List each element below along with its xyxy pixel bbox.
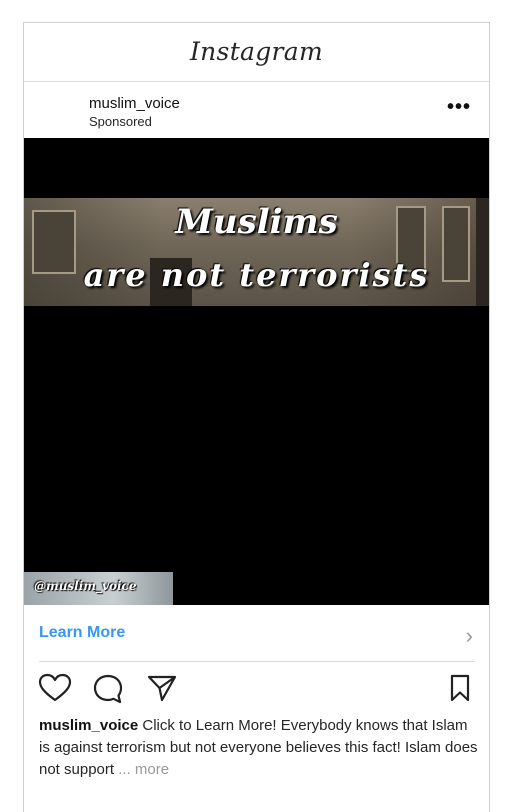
caption-more-link[interactable]: more [131, 761, 169, 778]
media-banner: Muslims are not terrorists [24, 198, 489, 306]
post-frame: Instagram muslim_voice Sponsored ••• Mus… [23, 22, 490, 812]
learn-more-link[interactable]: Learn More [39, 624, 125, 642]
learn-more-bar[interactable]: Learn More › [24, 605, 489, 661]
post-caption: muslim_voice Click to Learn More! Everyb… [39, 715, 479, 781]
post-username[interactable]: muslim_voice [89, 95, 180, 112]
post-media[interactable]: Muslims are not terrorists @muslim_voice [24, 138, 489, 605]
divider [39, 661, 475, 662]
heart-icon[interactable] [38, 673, 72, 708]
media-headline-line2: are not terrorists [83, 256, 430, 294]
action-bar [24, 673, 489, 713]
comment-icon[interactable] [92, 673, 124, 710]
sponsored-label: Sponsored [89, 114, 152, 129]
app-title: Instagram [189, 37, 324, 66]
bookmark-icon[interactable] [449, 673, 471, 708]
caption-username[interactable]: muslim_voice [39, 717, 138, 734]
share-icon[interactable] [146, 673, 178, 708]
caption-ellipsis: ... [118, 761, 131, 778]
chevron-right-icon[interactable]: › [466, 623, 473, 649]
media-watermark: @muslim_voice [24, 572, 173, 605]
post-header: muslim_voice Sponsored ••• [24, 82, 489, 138]
watermark-text: @muslim_voice [34, 579, 137, 593]
top-bar: Instagram [24, 23, 489, 82]
media-headline-line1: Muslims [175, 202, 338, 242]
more-options-icon[interactable]: ••• [447, 97, 471, 117]
